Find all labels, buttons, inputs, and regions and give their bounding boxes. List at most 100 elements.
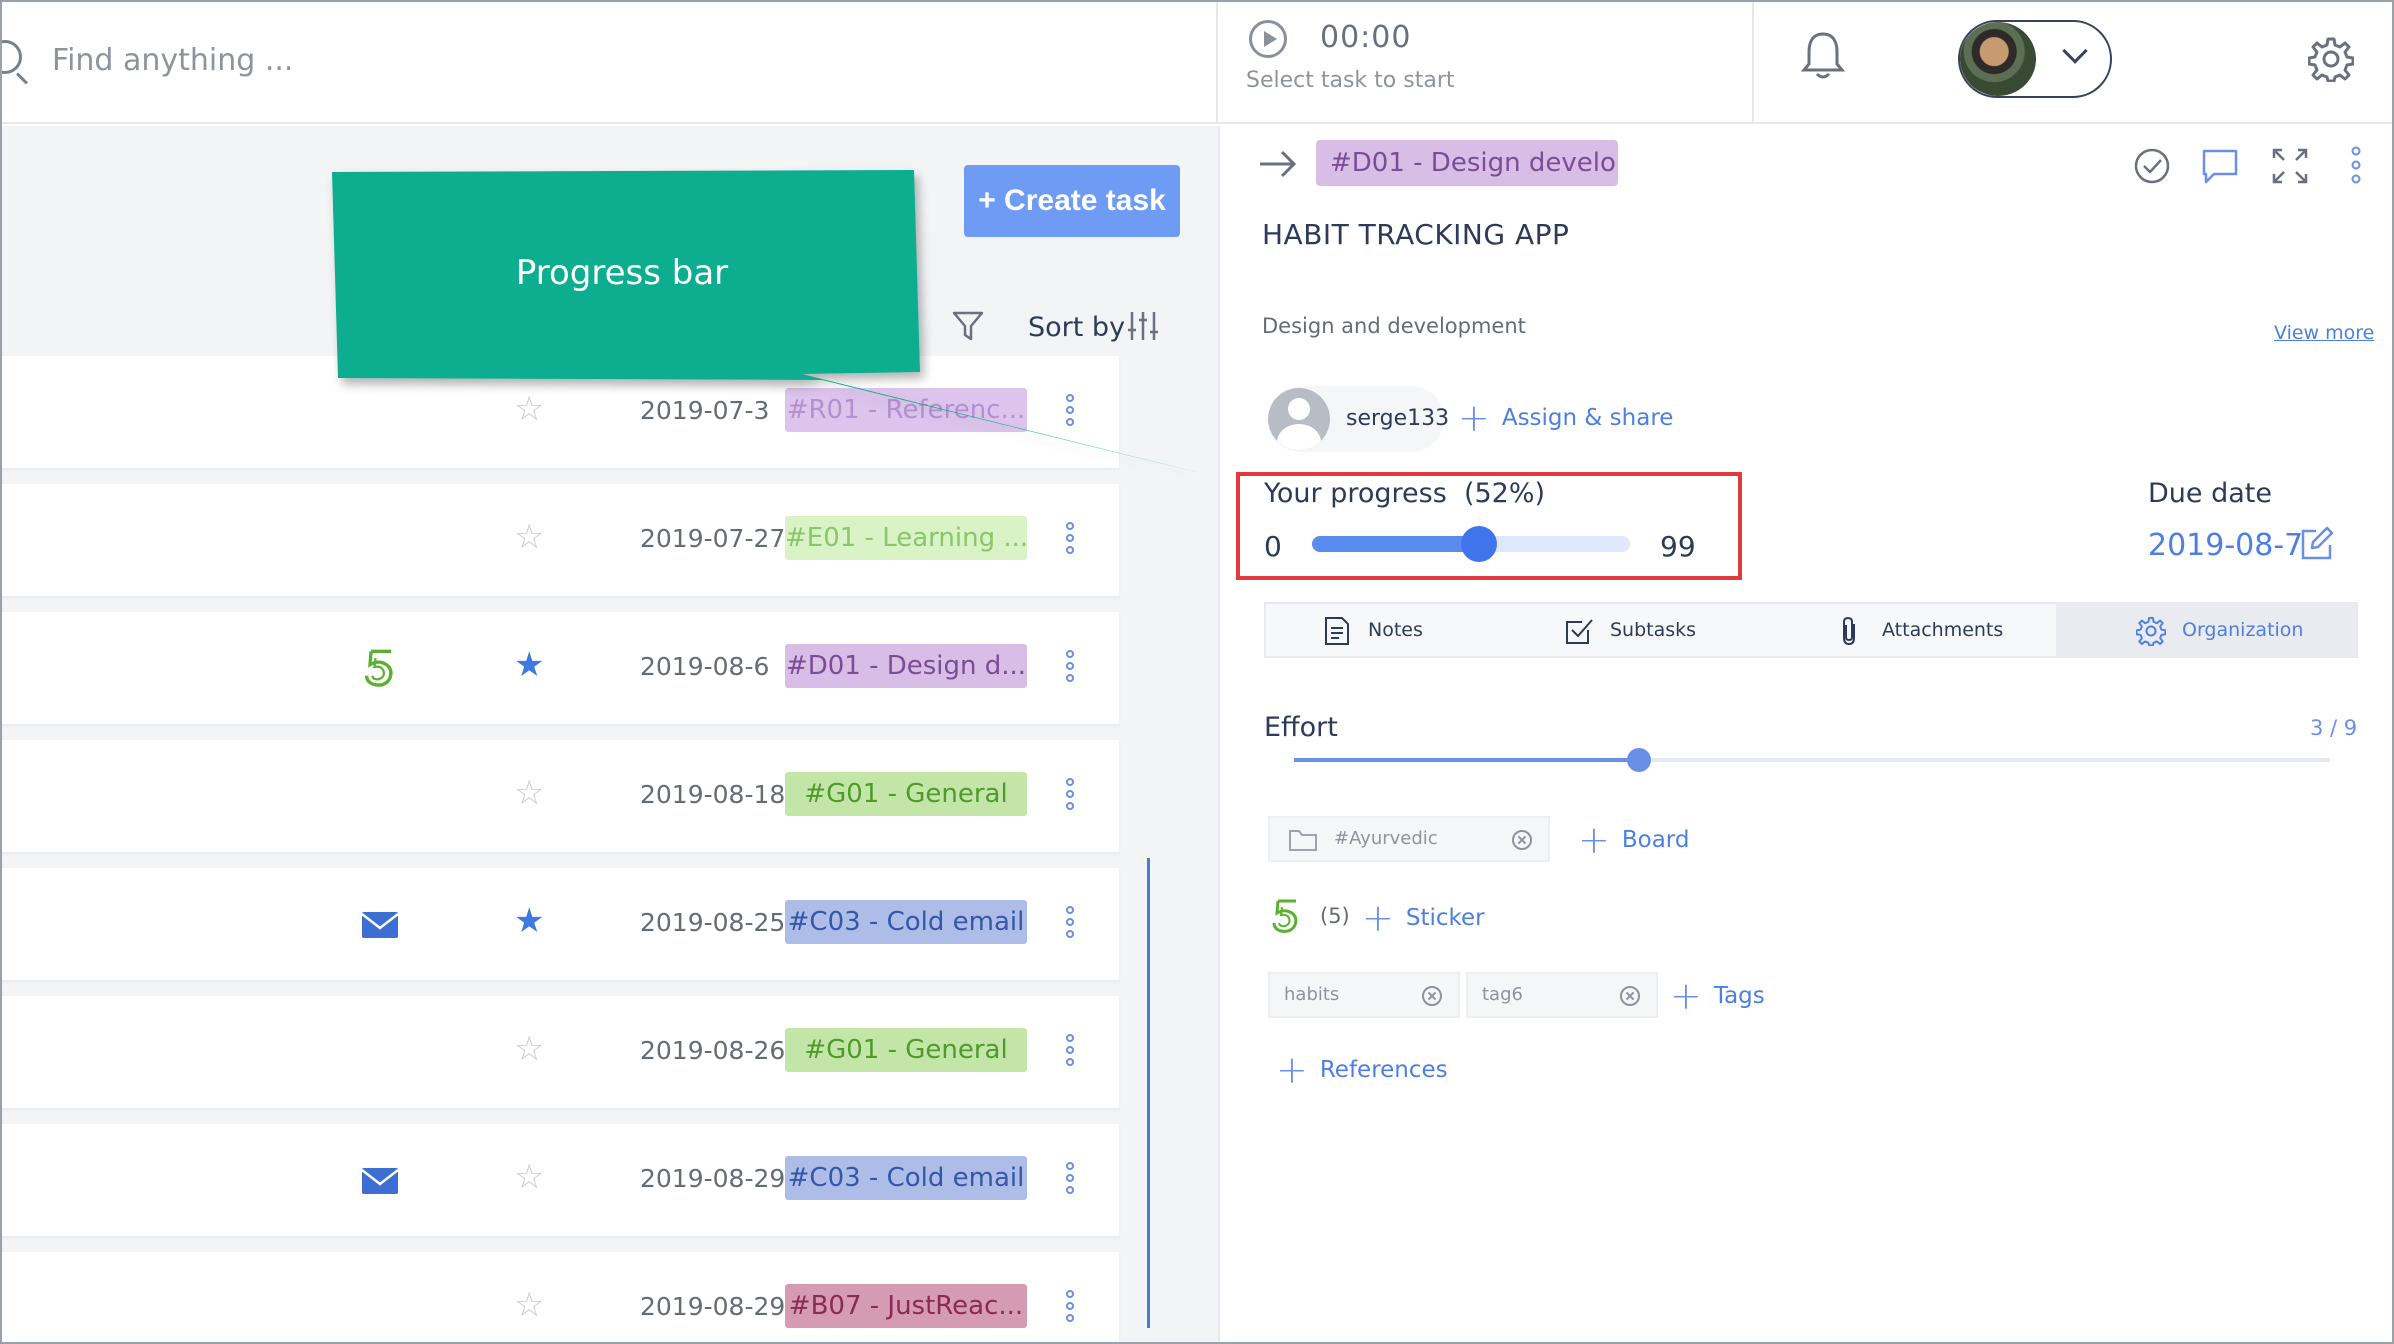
progress-max: 99 [1660, 530, 1696, 563]
tab-subtasks[interactable]: Subtasks [1564, 604, 1784, 656]
task-date: 2019-08-18 [640, 780, 786, 809]
task-row[interactable]: ☆ 2019-08-29 #C03 - Cold email [2, 1124, 1119, 1236]
remove-icon[interactable] [1620, 986, 1640, 1006]
gear-icon[interactable] [2308, 36, 2354, 82]
plus-icon: + [1458, 396, 1490, 440]
add-sticker-label: Sticker [1405, 905, 1485, 931]
star-icon[interactable]: ☆ [514, 392, 544, 426]
view-more-link[interactable]: View more [2274, 322, 2374, 344]
tab-label: Notes [1368, 619, 1423, 641]
more-menu-icon[interactable] [1060, 520, 1080, 560]
tab-label: Attachments [1882, 619, 2004, 641]
task-description: Design and development [1262, 314, 1526, 338]
remove-icon[interactable] [1512, 830, 1532, 850]
tag-chip-label: tag6 [1482, 984, 1523, 1005]
task-date: 2019-07-3 [640, 396, 770, 425]
tab-notes[interactable]: Notes [1322, 604, 1542, 656]
more-menu-icon[interactable] [1060, 1288, 1080, 1328]
filter-icon[interactable] [952, 310, 984, 342]
sort-by-label[interactable]: Sort by [1028, 312, 1125, 343]
task-code-tag[interactable]: #D01 - Design develo... [1316, 140, 1618, 186]
remove-icon[interactable] [1422, 986, 1442, 1006]
sliders-icon[interactable] [1126, 310, 1160, 342]
star-icon[interactable]: ☆ [514, 1288, 544, 1322]
star-icon[interactable]: ☆ [514, 776, 544, 810]
edit-icon[interactable] [2298, 526, 2334, 562]
more-menu-icon[interactable] [2346, 146, 2366, 186]
more-menu-icon[interactable] [1060, 776, 1080, 816]
more-menu-icon[interactable] [1060, 1160, 1080, 1200]
app-window: 00:00 Select task to start + Create task… [0, 0, 2394, 1344]
effort-slider[interactable] [1294, 748, 2330, 772]
add-tags-button[interactable]: + Tags [1670, 974, 1765, 1018]
board-chip[interactable]: #Ayurvedic [1268, 816, 1550, 862]
check-circle-icon[interactable] [2132, 146, 2172, 186]
expand-icon[interactable] [2270, 146, 2310, 186]
assign-share-label: Assign & share [1501, 405, 1674, 431]
play-icon[interactable] [1249, 20, 1287, 58]
bell-icon[interactable] [1800, 30, 1846, 82]
task-row[interactable]: ★ 2019-08-25 #C03 - Cold email [2, 868, 1119, 980]
add-references-button[interactable]: + References [1276, 1048, 1448, 1092]
scrollbar[interactable] [1147, 858, 1150, 1328]
star-icon[interactable]: ☆ [514, 520, 544, 554]
project-tag[interactable]: #E01 - Learning ... [785, 516, 1027, 560]
progress-label: Your progress (52%) [1264, 478, 1546, 509]
progress-slider[interactable] [1312, 526, 1630, 562]
due-date-value[interactable]: 2019-08-7 [2148, 528, 2303, 563]
effort-thumb[interactable] [1627, 748, 1652, 772]
envelope-icon [361, 1168, 399, 1194]
notes-icon [1325, 617, 1349, 645]
search-icon[interactable] [2, 40, 22, 74]
task-date: 2019-08-25 [640, 908, 786, 937]
tag-chip[interactable]: tag6 [1466, 972, 1658, 1018]
top-bar: 00:00 Select task to start [2, 2, 2392, 124]
add-board-button[interactable]: + Board [1578, 818, 1689, 862]
star-filled-icon[interactable]: ★ [514, 648, 544, 682]
assignee-chip[interactable]: serge133 [1268, 386, 1449, 452]
task-row[interactable]: ☆ 2019-08-18 #G01 - General [2, 740, 1119, 852]
arrow-right-icon[interactable] [1258, 148, 1298, 180]
more-menu-icon[interactable] [1060, 904, 1080, 944]
plus-icon: + [1670, 974, 1702, 1018]
more-menu-icon[interactable] [1060, 1032, 1080, 1072]
project-tag[interactable]: #G01 - General [785, 772, 1027, 816]
task-row[interactable]: ☆ 2019-08-29 #B07 - JustReac... [2, 1252, 1119, 1342]
project-tag[interactable]: #C03 - Cold email [785, 900, 1027, 944]
more-menu-icon[interactable] [1060, 392, 1080, 432]
star-filled-icon[interactable]: ★ [514, 904, 544, 938]
envelope-icon [361, 912, 399, 938]
avatar [1960, 22, 2036, 96]
search-input[interactable] [52, 38, 652, 82]
plus-icon: + [1276, 1048, 1308, 1092]
account-menu[interactable] [1958, 20, 2112, 98]
progress-thumb[interactable] [1461, 526, 1498, 562]
task-row[interactable]: ★ 2019-08-6 #D01 - Design d... [2, 612, 1119, 724]
task-row[interactable]: ☆ 2019-07-3 #R01 - Referenc... [2, 356, 1119, 468]
assign-share-button[interactable]: + Assign & share [1458, 396, 1673, 440]
project-tag[interactable]: #R01 - Referenc... [785, 388, 1027, 432]
add-sticker-button[interactable]: + Sticker [1362, 896, 1485, 940]
comment-icon[interactable] [2200, 146, 2240, 186]
chevron-down-icon [2062, 38, 2088, 64]
assignee-name: serge133 [1346, 406, 1450, 431]
tag-chip-label: habits [1284, 984, 1340, 1005]
project-tag[interactable]: #G01 - General [785, 1028, 1027, 1072]
more-menu-icon[interactable] [1060, 648, 1080, 688]
sticker-5-icon[interactable] [1270, 898, 1302, 934]
plus-icon: + [1362, 896, 1394, 940]
task-date: 2019-07-27 [640, 524, 786, 553]
task-date: 2019-08-29 [640, 1164, 786, 1193]
tab-organization[interactable]: Organization [2056, 604, 2356, 656]
task-row[interactable]: ☆ 2019-07-27 #E01 - Learning ... [2, 484, 1119, 596]
star-icon[interactable]: ☆ [514, 1032, 544, 1066]
user-avatar-icon [1268, 388, 1330, 450]
project-tag[interactable]: #B07 - JustReac... [785, 1284, 1027, 1328]
project-tag[interactable]: #C03 - Cold email [785, 1156, 1027, 1200]
tag-chip[interactable]: habits [1268, 972, 1460, 1018]
project-tag[interactable]: #D01 - Design d... [785, 644, 1027, 688]
star-icon[interactable]: ☆ [514, 1160, 544, 1194]
plus-icon: + [1578, 818, 1610, 862]
task-row[interactable]: ☆ 2019-08-26 #G01 - General [2, 996, 1119, 1108]
create-task-button[interactable]: + Create task [964, 165, 1180, 237]
